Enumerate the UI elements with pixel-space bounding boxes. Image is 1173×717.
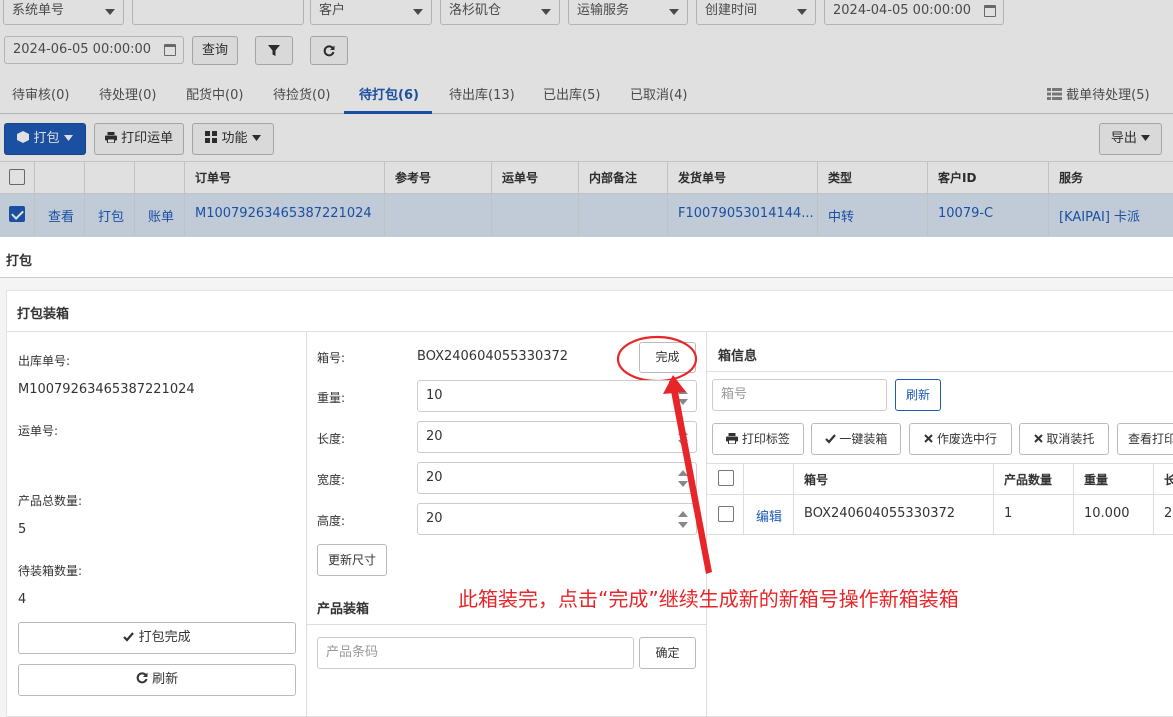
annotation-text: 此箱装完，点击“完成”继续生成新的新箱号操作新箱装箱 [458, 587, 959, 611]
